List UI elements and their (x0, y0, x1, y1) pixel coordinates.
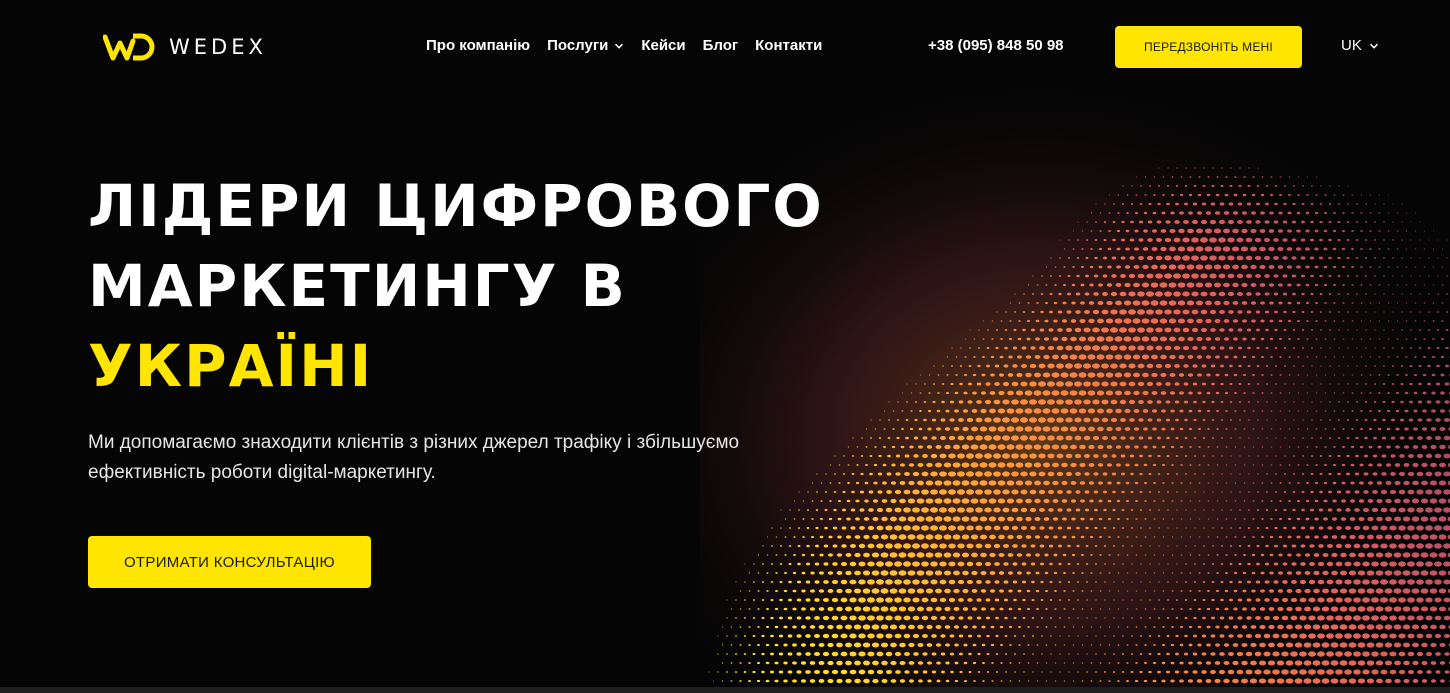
nav-item-blog[interactable]: Блог (703, 37, 739, 54)
get-consultation-button[interactable]: ОТРИМАТИ КОНСУЛЬТАЦІЮ (88, 536, 371, 588)
nav-item-label: Контакти (755, 37, 823, 54)
phone-link[interactable]: +38 (095) 848 50 98 (928, 37, 1064, 54)
nav-item-services[interactable]: Послуги (547, 37, 624, 54)
nav-item-about[interactable]: Про компанію (426, 37, 530, 54)
wedex-logo-icon (103, 33, 155, 61)
language-selector[interactable]: UK (1341, 37, 1379, 54)
nav-item-cases[interactable]: Кейси (641, 37, 685, 54)
nav-item-label: Блог (702, 37, 739, 54)
site-header: WEDEX Про компанію Послуги Кейси Блог Ко… (0, 0, 1450, 93)
callback-button[interactable]: ПЕРЕДЗВОНІТЬ МЕНІ (1115, 26, 1302, 68)
nav-item-label: Про компанію (426, 37, 531, 54)
hero-title-accent: УКРАЇНІ (88, 332, 374, 400)
chevron-down-icon (615, 43, 624, 49)
hero-title-line-1: ЛІДЕРИ ЦИФРОВОГО (88, 172, 824, 240)
language-label: UK (1341, 37, 1362, 54)
hero-title-line-2: МАРКЕТИНГУ В (88, 252, 627, 320)
bottom-divider (0, 687, 1450, 693)
chevron-down-icon (1369, 43, 1378, 49)
nav-item-contacts[interactable]: Контакти (755, 37, 822, 54)
hero-subtitle: Ми допомагаємо знаходити клієнтів з різн… (88, 432, 740, 483)
nav-item-label: Послуги (547, 37, 609, 54)
hero-section: ЛІДЕРИ ЦИФРОВОГО МАРКЕТИНГУ В УКРАЇНІ Ми… (88, 166, 848, 488)
main-nav: Про компанію Послуги Кейси Блог Контакти (426, 37, 822, 54)
landing-page: WEDEX Про компанію Послуги Кейси Блог Ко… (0, 0, 1450, 693)
nav-item-label: Кейси (641, 37, 686, 54)
hero-title: ЛІДЕРИ ЦИФРОВОГО МАРКЕТИНГУ В УКРАЇНІ (88, 166, 848, 406)
logo[interactable]: WEDEX (103, 31, 267, 63)
logo-text: WEDEX (169, 35, 267, 59)
